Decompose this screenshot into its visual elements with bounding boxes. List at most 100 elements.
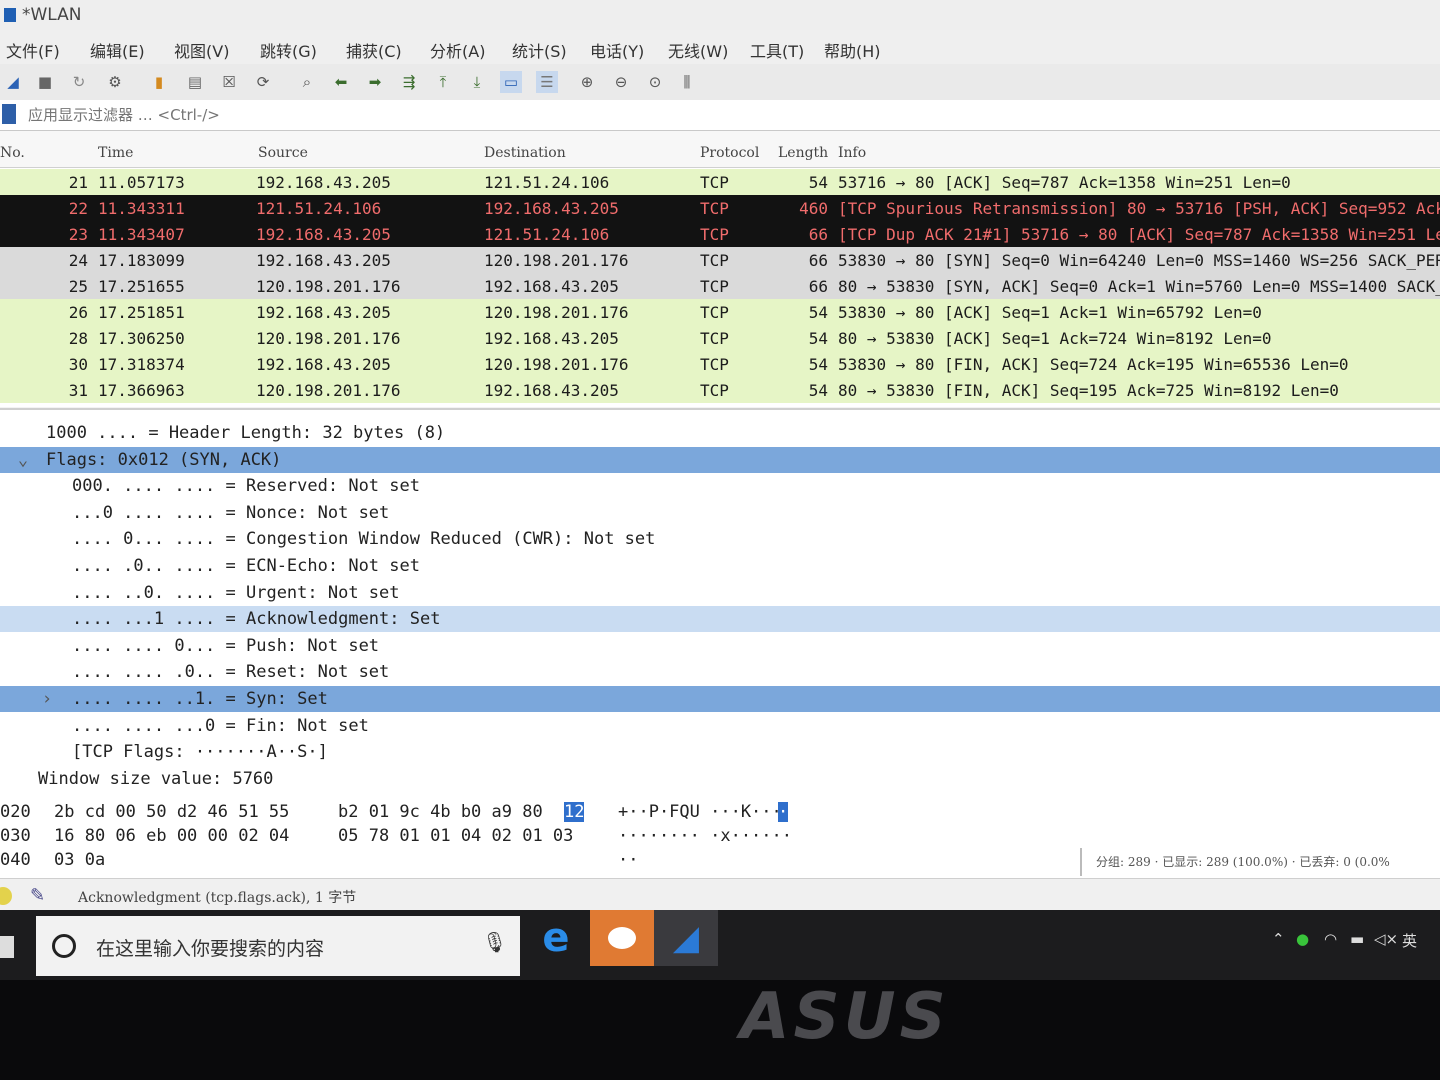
detail-line[interactable]: .... .... ...0 = Fin: Not set [0,713,1440,739]
packet-cell-dst: 121.51.24.106 [484,173,610,192]
find-packet-icon[interactable]: ⌕ [296,71,318,93]
menu-item-0[interactable]: 文件(F) [6,38,60,62]
packet-cell-proto: TCP [700,173,729,192]
menu-item-2[interactable]: 视图(V) [174,38,229,62]
column-header-destination[interactable]: Destination [484,145,566,161]
cortana-icon[interactable] [52,934,76,958]
expand-arrow-icon[interactable]: › [40,686,54,712]
zoom-in-icon[interactable]: ⊕ [576,71,598,93]
menu-item-3[interactable]: 跳转(G) [260,38,317,62]
detail-line[interactable]: .... .... .0.. = Reset: Not set [0,659,1440,685]
menu-item-10[interactable]: 帮助(H) [824,38,881,62]
packet-cell-info: 53830 → 80 [ACK] Seq=1 Ack=1 Win=65792 L… [838,303,1262,322]
wireshark-taskbar-icon[interactable]: ◢ [654,910,718,966]
packet-cell-no: 22 [68,199,88,218]
packet-row[interactable]: 30 17.318374 192.168.43.205 120.198.201.176… [0,351,1440,377]
detail-line[interactable]: .... .0.. .... = ECN-Echo: Not set [0,553,1440,579]
save-file-icon[interactable]: ▤ [184,71,206,93]
status-bar: ✎ Acknowledgment (tcp.flags.ack), 1 字节 [0,878,1440,911]
status-message: Acknowledgment (tcp.flags.ack), 1 字节 [78,890,357,906]
start-capture-icon[interactable]: ◢ [2,71,24,93]
packet-row[interactable]: 26 17.251851 192.168.43.205 120.198.201.176… [0,299,1440,325]
column-header-no[interactable]: No. [0,145,25,161]
packet-row[interactable]: 25 17.251655 120.198.201.176 192.168.43.205… [0,273,1440,299]
zoom-out-icon[interactable]: ⊖ [610,71,632,93]
column-header-info[interactable]: Info [838,145,866,161]
detail-line[interactable]: .... 0... .... = Congestion Window Reduc… [0,526,1440,552]
go-back-icon[interactable]: ⬅ [330,71,352,93]
capture-options-icon[interactable]: ⚙ [104,71,126,93]
edge-browser-icon[interactable]: e [524,910,588,966]
normal-size-icon[interactable]: ⊙ [644,71,666,93]
column-header-protocol[interactable]: Protocol [700,145,759,161]
detail-text: 1000 .... = Header Length: 32 bytes (8) [46,423,446,443]
battery-icon[interactable]: ▬ [1350,930,1364,948]
packet-row[interactable]: 28 17.306250 120.198.201.176 192.168.43.205… [0,325,1440,351]
detail-line[interactable]: › .... .... ..1. = Syn: Set [0,686,1440,712]
packet-cell-dst: 120.198.201.176 [484,251,629,270]
title-bar: *WLAN [0,0,1440,30]
detail-line[interactable]: ⌄ Flags: 0x012 (SYN, ACK) [0,446,1440,473]
menu-item-1[interactable]: 编辑(E) [90,38,145,62]
packet-row[interactable]: 23 11.343407 192.168.43.205 121.51.24.106 TC… [0,221,1440,247]
packet-row[interactable]: 24 17.183099 192.168.43.205 120.198.201.176… [0,247,1440,273]
detail-line[interactable]: 1000 .... = Header Length: 32 bytes (8) [0,420,1440,446]
resize-columns-icon[interactable]: ⫼ [676,71,698,93]
first-packet-icon[interactable]: ⤒ [432,71,454,93]
menu-item-9[interactable]: 工具(T) [750,38,804,62]
autoscroll-icon[interactable]: ▭ [500,71,522,93]
wifi-icon[interactable]: ◠ [1324,930,1337,948]
bookmark-icon[interactable] [2,104,16,124]
detail-line[interactable]: ...0 .... .... = Nonce: Not set [0,500,1440,526]
detail-line[interactable]: [TCP Flags: ·······A··S·] [0,739,1440,765]
open-file-icon[interactable]: ▮ [148,71,170,93]
packet-count-status: 分组: 289 · 已显示: 289 (100.0%) · 已丢弃: 0 (0.… [1080,848,1440,876]
microphone-icon[interactable]: 🎙 [482,930,507,954]
packet-row[interactable]: 22 11.343311 121.51.24.106 192.168.43.205 TC… [0,195,1440,221]
go-forward-icon[interactable]: ➡ [364,71,386,93]
hex-row[interactable]: 020 2b cd 00 50 d2 46 51 55 b2 01 9c 4b b0… [0,802,1440,826]
go-to-packet-icon[interactable]: ⇶ [398,71,420,93]
detail-line[interactable]: .... .... 0... = Push: Not set [0,633,1440,659]
hex-offset: 030 [0,826,31,846]
menu-item-5[interactable]: 分析(A) [430,38,485,62]
hex-row[interactable]: 030 16 80 06 eb 00 00 02 04 05 78 01 01 04… [0,826,1440,850]
hex-ascii: +··P·FQU ···K··· [618,802,782,822]
detail-line[interactable]: .... ...1 .... = Acknowledgment: Set [0,606,1440,633]
menu-item-7[interactable]: 电话(Y) [590,38,644,62]
column-header-length[interactable]: Length [778,145,828,161]
menu-item-6[interactable]: 统计(S) [512,38,567,62]
taskbar-search-box[interactable]: 在这里输入你要搜索的内容 🎙 [36,916,520,976]
main-toolbar: ◢ ■ ↻ ⚙ ▮ ▤ ☒ ⟳ ⌕ ⬅ ➡ ⇶ ⤒ ⤓ ▭ ☰ ⊕ ⊖ ⊙ ⫼ [0,64,1440,101]
display-filter-input[interactable] [26,103,1410,127]
packet-row[interactable]: 31 17.366963 120.198.201.176 192.168.43.205… [0,377,1440,403]
packet-cell-dst: 192.168.43.205 [484,199,619,218]
packet-row[interactable]: 21 11.057173 192.168.43.205 121.51.24.106 TC… [0,169,1440,195]
close-file-icon[interactable]: ☒ [218,71,240,93]
last-packet-icon[interactable]: ⤓ [466,71,488,93]
expert-info-icon[interactable] [0,887,12,905]
reload-file-icon[interactable]: ⟳ [252,71,274,93]
wechat-icon[interactable] [590,910,654,966]
menu-item-8[interactable]: 无线(W) [668,38,728,62]
detail-line[interactable]: .... ..0. .... = Urgent: Not set [0,580,1440,606]
stop-capture-icon[interactable]: ■ [34,71,56,93]
column-header-time[interactable]: Time [98,145,133,161]
packet-cell-time: 17.251851 [98,303,185,322]
column-header-source[interactable]: Source [258,145,308,161]
volume-icon[interactable]: ◁× [1374,930,1398,948]
expand-arrow-icon[interactable]: ⌄ [16,447,30,473]
show-hidden-icons-icon[interactable]: ⌃ [1272,930,1285,948]
wechat-tray-icon[interactable]: ● [1296,930,1309,948]
packet-list: No. Time Source Destination Protocol Len… [0,131,1440,407]
packet-cell-time: 11.343311 [98,199,185,218]
colorize-icon[interactable]: ☰ [536,71,558,93]
edit-comment-icon[interactable]: ✎ [30,885,45,906]
start-menu-icon[interactable] [0,936,14,958]
restart-capture-icon[interactable]: ↻ [68,71,90,93]
detail-line[interactable]: Window size value: 5760 [0,766,1440,792]
detail-line[interactable]: 000. .... .... = Reserved: Not set [0,473,1440,499]
menu-item-4[interactable]: 捕获(C) [346,38,402,62]
hex-bytes: 05 78 01 01 04 02 01 03 [338,826,574,846]
input-language[interactable]: 英 [1402,930,1417,951]
